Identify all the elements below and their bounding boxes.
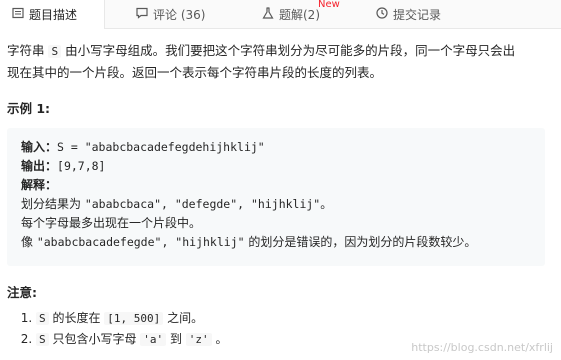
note-2-code: S (36, 333, 49, 346)
note-2-a: 'a' (140, 333, 167, 346)
new-badge: New (318, 0, 340, 10)
explain-1-c: 。 (320, 197, 333, 211)
notes-heading: 注意: (7, 285, 37, 300)
note-1-range: [1, 500] (104, 312, 164, 325)
document-icon (12, 7, 24, 22)
example-explain-line: 解释： (21, 176, 531, 195)
explain-label: 解释： (21, 178, 58, 192)
list-item: S 只包含小写字母 'a' 到 'z' 。 (36, 329, 227, 350)
note-2-z: 'z' (185, 333, 212, 346)
explain-line-1: 划分结果为 "ababcbaca", "defegde", "hijhklij"… (21, 195, 531, 214)
problem-description: 字符串 S 由小写字母组成。我们要把这个字符串划分为尽可能多的片段，同一个字母只… (7, 40, 555, 83)
explain-3-b: "ababcbacadefegde", "hijhklij" (36, 235, 245, 249)
notes-list: S 的长度在 [1, 500] 之间。 S 只包含小写字母 'a' 到 'z' … (22, 308, 227, 350)
example-output-line: 输出：[9,7,8] (21, 157, 531, 176)
explain-line-3: 像 "ababcbacadefegde", "hijhklij" 的划分是错误的… (21, 233, 531, 252)
note-1-code: S (36, 312, 49, 325)
desc-text-b: 由小写字母组成。我们要把这个字符串划分为尽可能多的片段，同一个字母只会出 (61, 43, 516, 58)
desc-code-s: S (48, 45, 62, 58)
tab-solutions[interactable]: 题解(2) (262, 0, 320, 29)
note-2-to: 到 (166, 332, 186, 346)
note-1-text: 的长度在 (48, 311, 105, 325)
list-item: S 的长度在 [1, 500] 之间。 (36, 308, 227, 329)
note-2-end: 。 (211, 332, 228, 346)
flask-icon (262, 7, 274, 22)
desc-text-a: 字符串 (7, 43, 49, 58)
tab-comments-label: 评论 (36) (153, 8, 206, 22)
tab-comments[interactable]: 评论 (36) (136, 0, 205, 29)
tab-solutions-label: 题解(2) (279, 8, 320, 22)
watermark: https://blog.csdn.net/xfrlij (411, 341, 553, 354)
tab-description-label: 题目描述 (29, 8, 78, 22)
note-2-text: 只包含小写字母 (48, 332, 141, 346)
output-value: [9,7,8] (57, 159, 106, 173)
explain-3-c: 的划分是错误的，因为划分的片段数较少。 (244, 235, 477, 249)
explain-1-a: 划分结果为 (21, 197, 85, 211)
input-label: 输入： (21, 140, 58, 154)
desc-text-c: 现在其中的一个片段。返回一个表示每个字符串片段的长度的列表。 (7, 65, 383, 80)
tab-submissions[interactable]: 提交记录 (376, 0, 441, 29)
output-label: 输出： (21, 159, 58, 173)
input-value: S = "ababcbacadefegdehijhklij" (57, 140, 265, 154)
explain-3-a: 像 (21, 235, 37, 249)
example-block: 输入：S = "ababcbacadefegdehijhklij" 输出：[9,… (7, 128, 545, 266)
example-heading: 示例 1: (7, 101, 51, 116)
tab-submissions-label: 提交记录 (393, 8, 442, 22)
tab-description[interactable]: 题目描述 (0, 0, 105, 29)
explain-line-2: 每个字母最多出现在一个片段中。 (21, 216, 202, 230)
note-1-end: 之间。 (163, 311, 204, 325)
comment-icon (136, 7, 148, 22)
clock-icon (376, 7, 388, 22)
tab-bar: 题目描述 评论 (36) 题解(2) New 提交记录 (0, 0, 561, 29)
example-input-line: 输入：S = "ababcbacadefegdehijhklij" (21, 138, 531, 157)
description-text: 字符串 S 由小写字母组成。我们要把这个字符串划分为尽可能多的片段，同一个字母只… (7, 40, 555, 83)
explain-1-b: "ababcbaca", "defegde", "hijhklij" (84, 197, 321, 211)
